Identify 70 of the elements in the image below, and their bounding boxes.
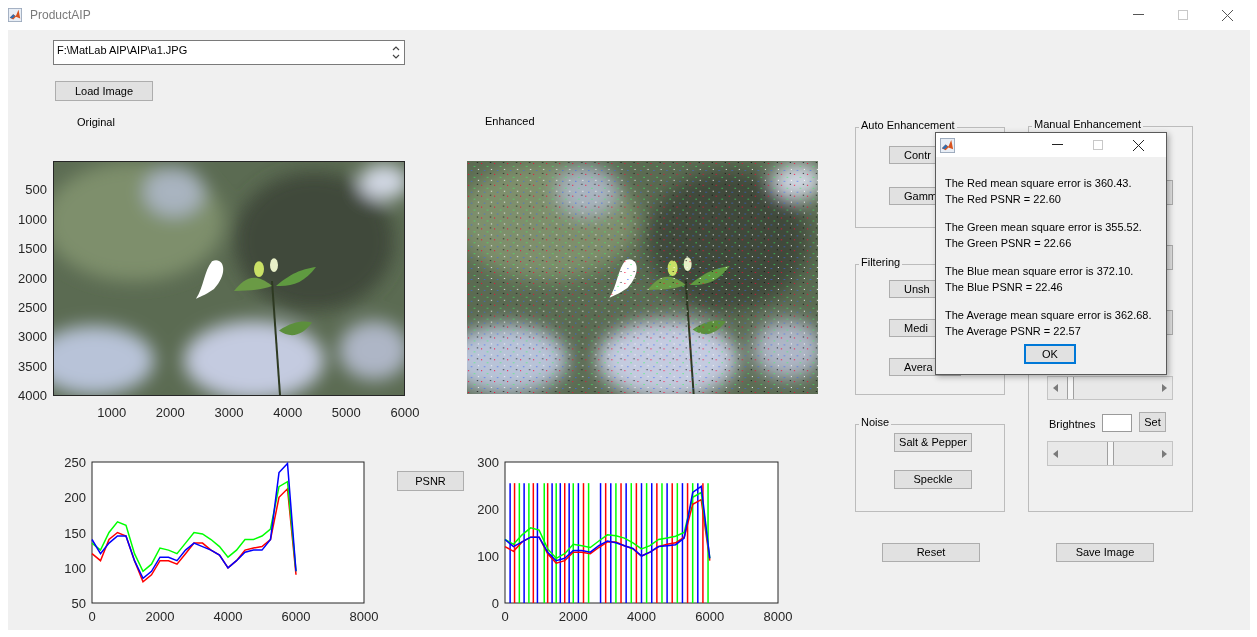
brightness-field[interactable] [1102,414,1132,432]
right-arrow-icon[interactable] [1162,449,1167,458]
load-image-button[interactable]: Load Image [55,81,153,101]
minimize-icon[interactable] [1133,14,1144,16]
file-path-field[interactable]: F:\MatLab AIP\AIP\a1.JPG [53,40,405,65]
axis-tick-label: 1000 [17,212,47,227]
axis-tick-label: 50 [71,596,86,611]
axis-tick-label: 0 [501,609,509,624]
panel-title: Noise [859,416,892,428]
button[interactable]: Salt & Pepper [894,433,972,452]
axis-tick-label: 5000 [330,406,362,420]
close-icon[interactable] [1133,139,1144,151]
close-icon[interactable] [1222,9,1233,21]
axis-tick-label: 8000 [349,609,379,624]
axis-tick-label: 200 [477,502,499,517]
right-arrow-icon[interactable] [1162,384,1167,392]
axis-tick-label: 4000 [213,609,243,624]
axis-tick-label: 200 [64,490,86,506]
panel-title: Filtering [859,256,903,268]
axis-tick-label: 1000 [96,406,128,420]
file-path-text: F:\MatLab AIP\AIP\a1.JPG [57,43,188,58]
minimize-icon[interactable] [1052,144,1063,146]
message-text: The Green mean square error is 355.52. [945,220,1143,235]
axis-tick-label: 0 [491,596,499,611]
axis-tick-label: 1500 [17,242,47,257]
message-text: The Green PSNR = 22.66 [945,235,1073,251]
axes-label: Original [77,115,115,130]
axis-tick-label: 6000 [281,609,311,624]
left-arrow-icon[interactable] [1053,384,1058,392]
set-button[interactable]: Set [1139,412,1166,432]
app-icon [940,137,955,153]
message-text: The Blue mean square error is 372.10. [945,264,1135,279]
reset-button[interactable]: Reset [882,543,980,562]
slider[interactable] [1047,376,1173,400]
window-title: ProductAIP [30,7,91,24]
axis-tick-label: 250 [64,455,86,470]
save-image-button[interactable]: Save Image [1056,543,1154,562]
brightness-label: Brightnes [1049,417,1096,432]
axis-tick-label: 4000 [627,609,656,624]
axis-tick-label: 2500 [17,300,47,315]
axis-tick-label: 3000 [17,330,47,345]
axes-label: Enhanced [485,114,535,129]
axis-tick-label: 500 [24,183,47,198]
psnr-button[interactable]: PSNR [397,471,464,491]
axis-tick-label: 2000 [154,406,186,420]
axis-tick-label: 6000 [389,406,421,420]
axis-tick-label: 2000 [17,271,47,286]
axis-tick-label: 3000 [213,406,245,420]
panel-title: Auto Enhancement [859,119,957,131]
left-arrow-icon[interactable] [1053,449,1058,458]
axis-tick-label: 2000 [145,609,175,624]
slider-thumb[interactable] [1106,442,1114,465]
axis-tick-label: 2000 [558,609,588,624]
axis-tick-label: 0 [88,609,96,624]
axis-tick-label: 3500 [17,359,47,374]
ok-button[interactable]: OK [1024,344,1076,364]
axis-tick-label: 300 [477,455,499,470]
axis-tick-label: 150 [64,525,86,541]
spin-arrows-icon[interactable] [392,44,400,61]
axis-tick-label: 4000 [272,406,304,420]
axis-tick-label: 4000 [17,389,47,403]
slider-thumb[interactable] [1066,377,1074,399]
app-icon [8,8,22,22]
axis-tick-label: 6000 [695,609,725,624]
button[interactable]: Speckle [894,470,972,489]
slider[interactable] [1047,441,1173,466]
panel-title: Manual Enhancement [1032,118,1143,130]
axis-tick-label: 8000 [763,609,793,624]
axis-tick-label: 100 [477,549,499,564]
axis-tick-label: 100 [64,560,86,576]
